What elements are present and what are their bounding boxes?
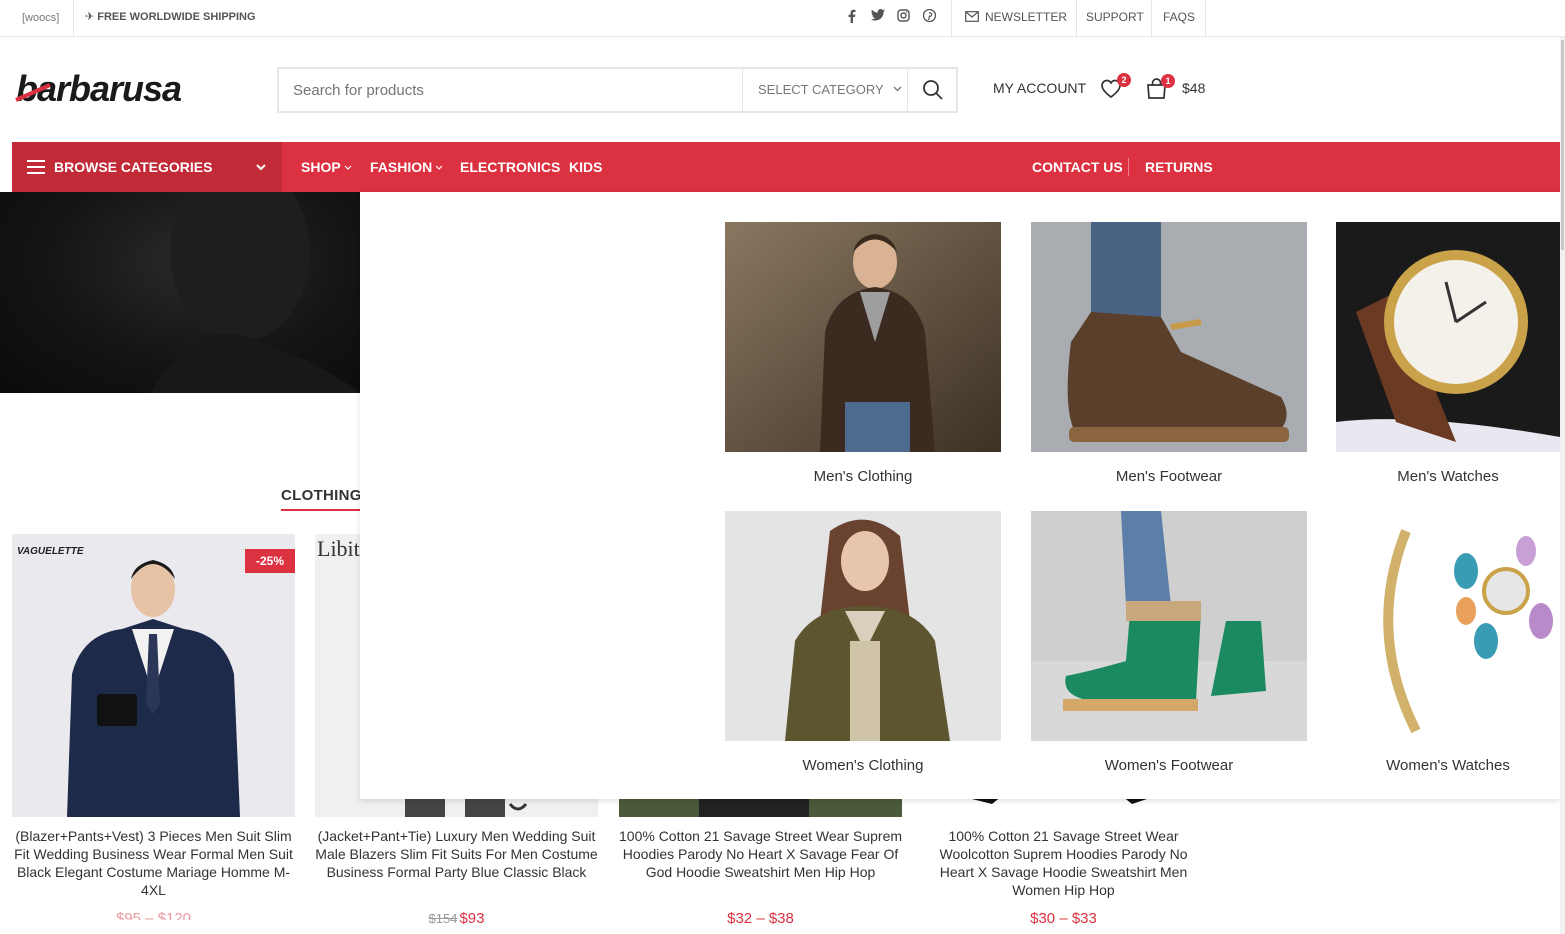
category-image[interactable]	[725, 511, 1001, 741]
newsletter-label: NEWSLETTER	[985, 10, 1068, 24]
category-label[interactable]: Men's Watches	[1336, 468, 1560, 485]
product-price: $154 $93	[315, 910, 598, 927]
category-label[interactable]: Men's Clothing	[725, 468, 1001, 485]
category-image[interactable]	[725, 222, 1001, 452]
wishlist-count-badge: 2	[1117, 73, 1131, 87]
product-title[interactable]: 100% Cotton 21 Savage Street Wear Woolco…	[922, 827, 1205, 899]
chevron-down-icon	[893, 86, 902, 92]
pinterest-icon[interactable]	[922, 8, 937, 25]
cart-button[interactable]: 1	[1146, 74, 1175, 105]
cart-count-badge: 1	[1161, 74, 1175, 88]
chevron-down-icon	[256, 164, 266, 171]
category-label[interactable]: Women's Footwear	[1031, 757, 1307, 774]
nav-item-fashion[interactable]: FASHION	[370, 142, 443, 192]
fashion-mega-menu: Men's Clothing Men's Footwear Men's Watc…	[360, 192, 1560, 799]
nav-item-electronics[interactable]: ELECTRONICS	[460, 142, 560, 192]
category-label[interactable]: Men's Footwear	[1031, 468, 1307, 485]
wishlist-button[interactable]: 2	[1100, 73, 1131, 104]
category-image[interactable]	[1031, 511, 1307, 741]
category-image[interactable]	[1031, 222, 1307, 452]
category-label[interactable]: Women's Watches	[1336, 757, 1560, 774]
product-old-price: $154	[428, 911, 458, 926]
product-price: $32 – $38	[727, 910, 794, 927]
search-button[interactable]	[907, 69, 958, 111]
product-price: $95 – $120	[115, 910, 192, 920]
newsletter-link[interactable]: NEWSLETTER	[955, 0, 1077, 36]
support-link[interactable]: SUPPORT	[1076, 0, 1154, 36]
search-bar: SELECT CATEGORY	[277, 67, 958, 113]
nav-item-kids[interactable]: KIDS	[569, 142, 602, 192]
nav-item-shop[interactable]: SHOP	[301, 142, 352, 192]
product-title[interactable]: (Blazer+Pants+Vest) 3 Pieces Men Suit Sl…	[12, 827, 295, 899]
top-bar: [woocs] ✈ FREE WORLDWIDE SHIPPING NEWSLE…	[0, 0, 1565, 37]
twitter-icon[interactable]	[871, 9, 885, 24]
hamburger-icon	[27, 160, 45, 174]
product-brand-text: VAGUELETTE	[17, 546, 84, 557]
tab-clothing[interactable]: CLOTHING	[281, 487, 362, 504]
nav-item-returns[interactable]: RETURNS	[1145, 142, 1213, 192]
faqs-link[interactable]: FAQS	[1153, 0, 1205, 36]
site-logo[interactable]: barbarusa	[14, 68, 258, 109]
currency-label: [woocs]	[22, 12, 60, 24]
cart-total[interactable]: $48	[1182, 80, 1205, 96]
envelope-icon	[965, 11, 979, 22]
category-image[interactable]	[1336, 222, 1560, 452]
nav-item-label: SHOP	[301, 159, 341, 175]
main-navigation: BROWSE CATEGORIES SHOP FASHION ELECTRONI…	[12, 142, 1560, 192]
browse-categories-button[interactable]: BROWSE CATEGORIES	[12, 142, 282, 192]
nav-item-label: FASHION	[370, 159, 433, 175]
chevron-down-icon	[344, 165, 352, 170]
category-select[interactable]: SELECT CATEGORY	[742, 69, 907, 111]
category-label[interactable]: Women's Clothing	[725, 757, 1001, 774]
hero-image	[150, 162, 360, 393]
product-current-price: $93	[459, 910, 485, 927]
product-price: $30 – $33	[1030, 910, 1097, 927]
scrollbar-thumb[interactable]	[1561, 40, 1564, 250]
product-title[interactable]: 100% Cotton 21 Savage Street Wear Suprem…	[619, 827, 902, 881]
shipping-notice: ✈ FREE WORLDWIDE SHIPPING	[85, 11, 256, 23]
category-image[interactable]	[1336, 511, 1560, 741]
hero-banner	[0, 162, 360, 393]
facebook-icon[interactable]	[848, 9, 856, 26]
category-select-label: SELECT CATEGORY	[758, 82, 884, 97]
product-title[interactable]: (Jacket+Pant+Tie) Luxury Men Wedding Sui…	[315, 827, 598, 881]
nav-item-contact-us[interactable]: CONTACT US	[1032, 142, 1123, 192]
product-image[interactable]: VAGUELETTE -25%	[12, 534, 295, 817]
sale-badge: -25%	[245, 549, 295, 573]
currency-switcher[interactable]: [woocs]	[12, 0, 69, 36]
tab-active-indicator	[281, 509, 361, 511]
search-icon	[923, 80, 943, 100]
browse-categories-label: BROWSE CATEGORIES	[54, 159, 213, 175]
my-account-link[interactable]: MY ACCOUNT	[993, 80, 1086, 96]
chevron-down-icon	[435, 165, 443, 170]
search-input[interactable]	[279, 69, 741, 111]
instagram-icon[interactable]	[897, 9, 910, 25]
site-header: barbarusa SELECT CATEGORY MY ACCOUNT 2 1…	[0, 37, 1565, 142]
